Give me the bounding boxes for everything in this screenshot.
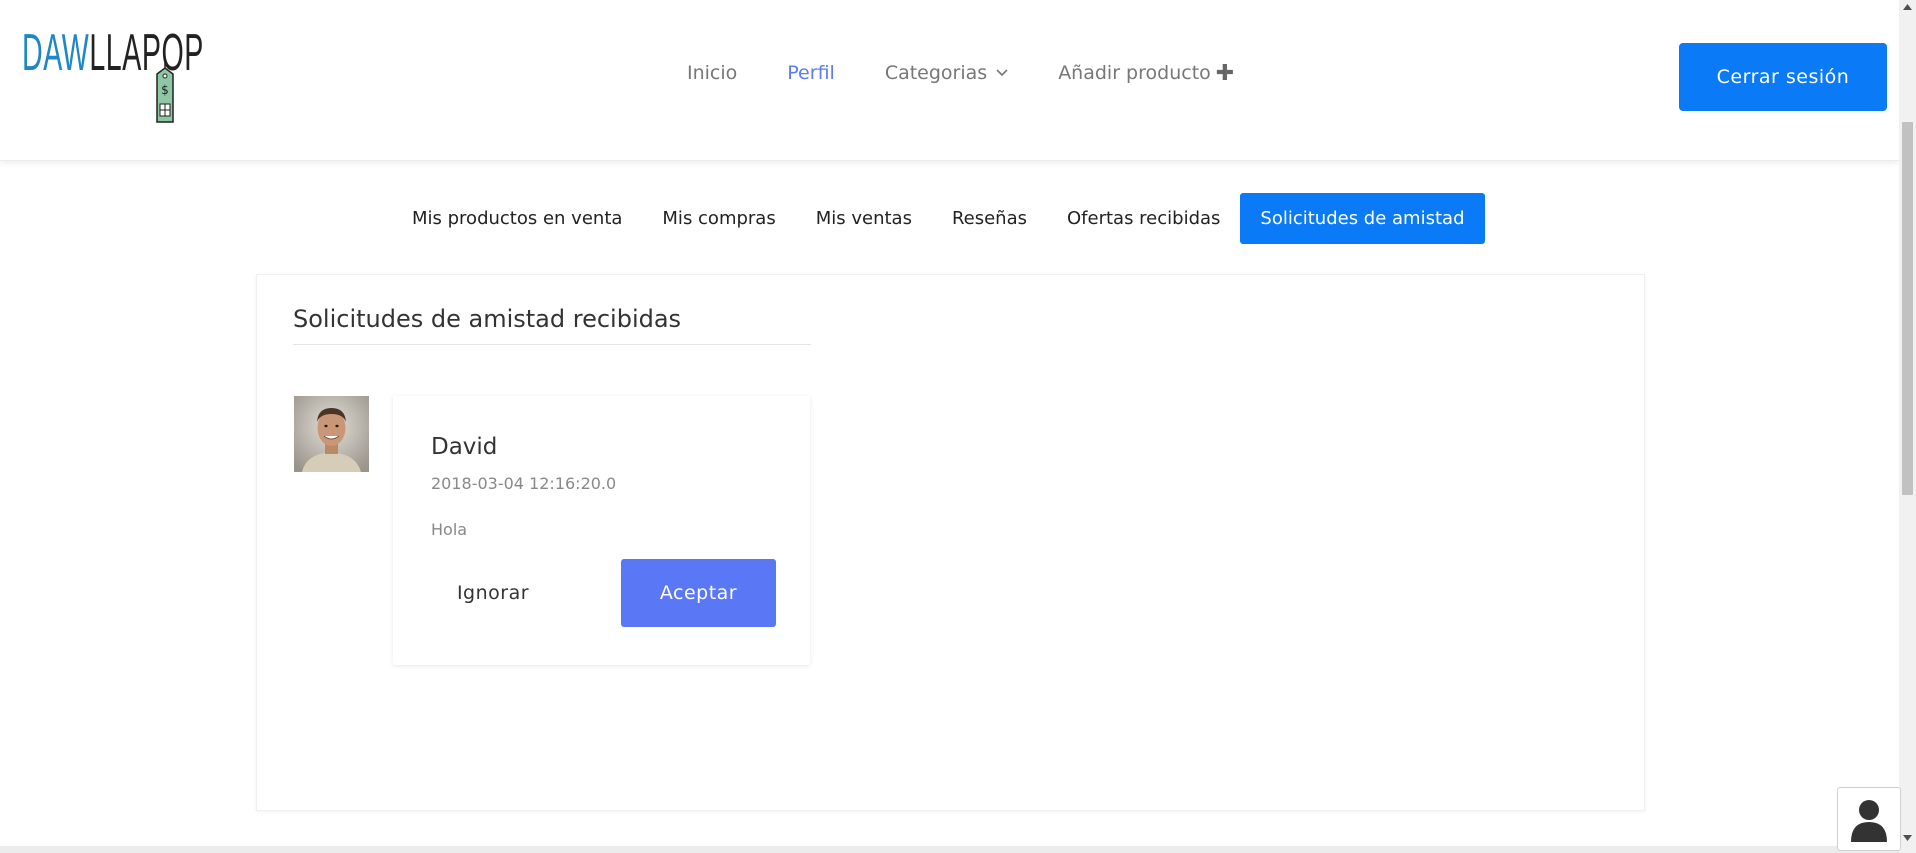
tab-resenas[interactable]: Reseñas bbox=[932, 193, 1047, 244]
chat-widget-button[interactable] bbox=[1837, 787, 1901, 851]
accept-button[interactable]: Aceptar bbox=[621, 559, 776, 627]
nav-categorias[interactable]: Categorias bbox=[885, 62, 1008, 84]
friend-requests-panel: Solicitudes de amistad recibidas David 2… bbox=[256, 274, 1645, 811]
plus-icon: ✚ bbox=[1215, 60, 1235, 86]
nav-anadir-producto[interactable]: Añadir producto ✚ bbox=[1058, 62, 1234, 84]
logout-button[interactable]: Cerrar sesión bbox=[1679, 43, 1887, 111]
svg-text:$: $ bbox=[161, 83, 169, 97]
requester-name: David bbox=[431, 434, 498, 460]
section-title: Solicitudes de amistad recibidas bbox=[293, 305, 811, 345]
tab-mis-ventas[interactable]: Mis ventas bbox=[796, 193, 932, 244]
scroll-down-arrow-icon[interactable] bbox=[1903, 835, 1912, 841]
scroll-up-arrow-icon[interactable] bbox=[1903, 4, 1912, 10]
request-message: Hola bbox=[431, 520, 468, 539]
user-photo-icon bbox=[294, 396, 369, 472]
nav-perfil-label: Perfil bbox=[787, 62, 835, 84]
nav-inicio-label: Inicio bbox=[687, 62, 738, 84]
tab-mis-productos[interactable]: Mis productos en venta bbox=[392, 193, 642, 244]
logo-text-daw: DAW bbox=[22, 24, 90, 82]
tab-mis-compras[interactable]: Mis compras bbox=[642, 193, 795, 244]
site-logo[interactable]: DAWLLAPOP $ bbox=[22, 24, 203, 129]
main-nav: Inicio Perfil Categorias Añadir producto… bbox=[687, 62, 1284, 84]
friend-request-card: David 2018-03-04 12:16:20.0 Hola Ignorar… bbox=[393, 396, 810, 665]
avatar bbox=[294, 396, 369, 472]
request-date: 2018-03-04 12:16:20.0 bbox=[431, 474, 617, 493]
logo-text-llapop: LLAPOP bbox=[89, 24, 204, 82]
nav-inicio[interactable]: Inicio bbox=[687, 62, 737, 84]
nav-perfil[interactable]: Perfil bbox=[787, 62, 835, 84]
scrollbar-thumb[interactable] bbox=[1902, 122, 1913, 495]
vertical-scrollbar[interactable] bbox=[1899, 0, 1916, 853]
ignore-button[interactable]: Ignorar bbox=[415, 559, 571, 627]
user-icon bbox=[1851, 800, 1887, 842]
tab-solicitudes-amistad[interactable]: Solicitudes de amistad bbox=[1240, 193, 1485, 244]
price-tag-icon: $ bbox=[156, 62, 174, 123]
profile-tabs: Mis productos en venta Mis compras Mis v… bbox=[392, 193, 1485, 244]
nav-categorias-label: Categorias bbox=[884, 62, 988, 84]
header: DAWLLAPOP $ Inicio Perfil Categorias Aña… bbox=[0, 0, 1899, 161]
horizontal-scrollbar[interactable] bbox=[0, 846, 1899, 853]
tab-ofertas-recibidas[interactable]: Ofertas recibidas bbox=[1047, 193, 1240, 244]
chevron-down-icon bbox=[996, 69, 1008, 77]
nav-anadir-producto-label: Añadir producto bbox=[1058, 62, 1211, 84]
